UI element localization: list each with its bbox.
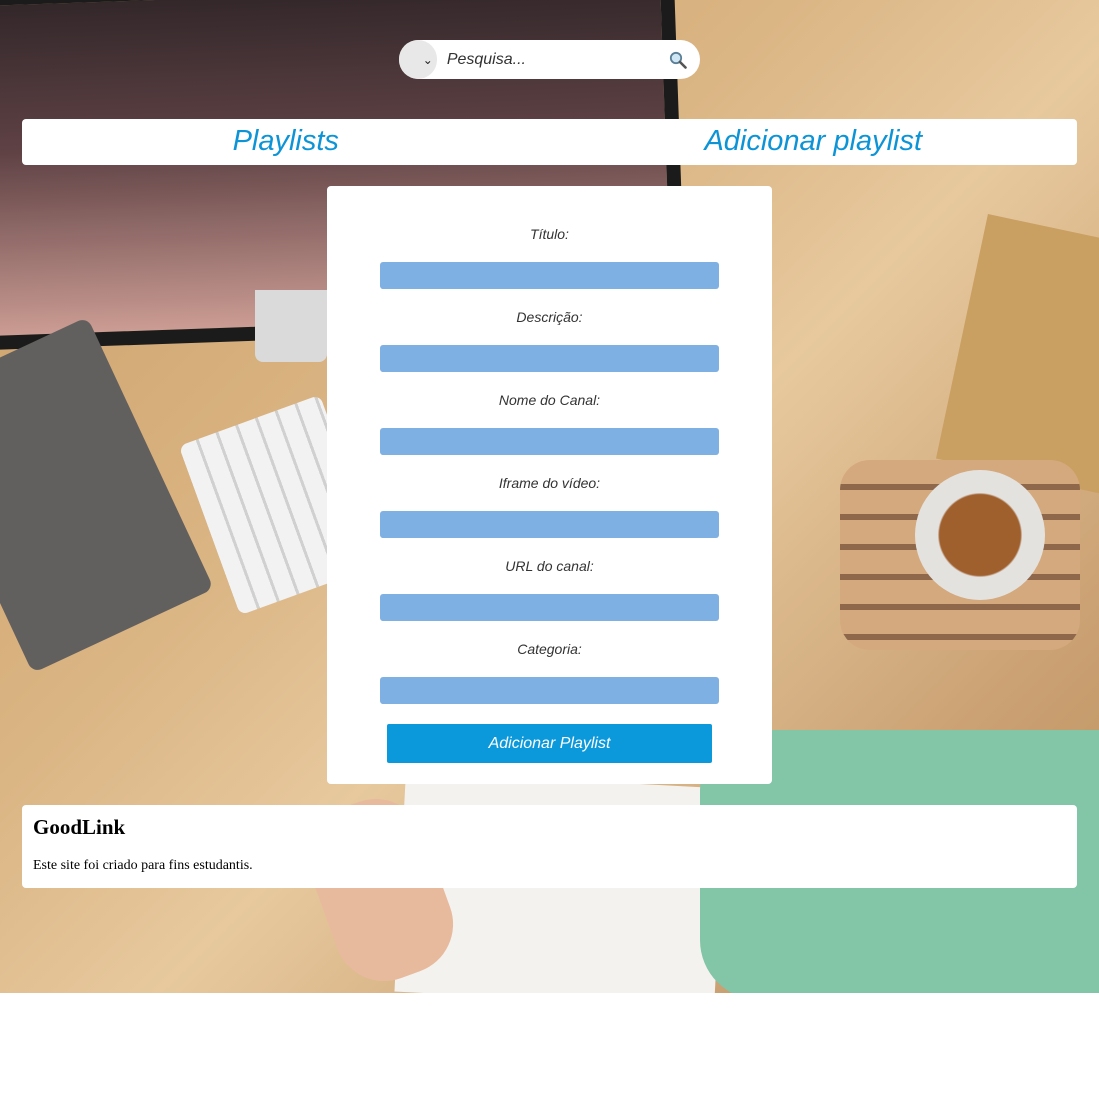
nav-link-playlists[interactable]: Playlists [22,119,550,165]
add-playlist-form: Título: Descrição: Nome do Canal: Iframe… [327,186,772,784]
description-label: Descrição: [516,309,583,325]
search-bar: ⌄ [399,40,700,79]
footer-text: Este site foi criado para fins estudanti… [33,858,253,873]
category-label: Categoria: [517,641,582,657]
search-input[interactable] [436,41,657,78]
site-footer: GoodLink Este site foi criado para fins … [22,805,1077,888]
channel-name-label: Nome do Canal: [498,392,601,408]
title-input[interactable] [380,262,719,289]
video-iframe-input[interactable] [380,511,719,538]
channel-url-input[interactable] [380,594,719,621]
channel-url-label: URL do canal: [505,558,594,574]
magnifier-icon [670,51,688,69]
main-nav: Playlists Adicionar playlist [22,119,1077,165]
add-playlist-button[interactable]: Adicionar Playlist [387,724,712,763]
search-filter-select[interactable]: ⌄ [399,40,437,79]
channel-name-input[interactable] [380,428,719,455]
description-input[interactable] [380,345,719,372]
nav-link-add-playlist[interactable]: Adicionar playlist [550,119,1078,165]
title-label: Título: [530,226,569,242]
video-iframe-label: Iframe do vídeo: [498,475,601,491]
search-button[interactable] [657,41,700,78]
category-input[interactable] [380,677,719,704]
footer-title: GoodLink [33,815,126,839]
chevron-down-icon: ⌄ [422,52,433,67]
